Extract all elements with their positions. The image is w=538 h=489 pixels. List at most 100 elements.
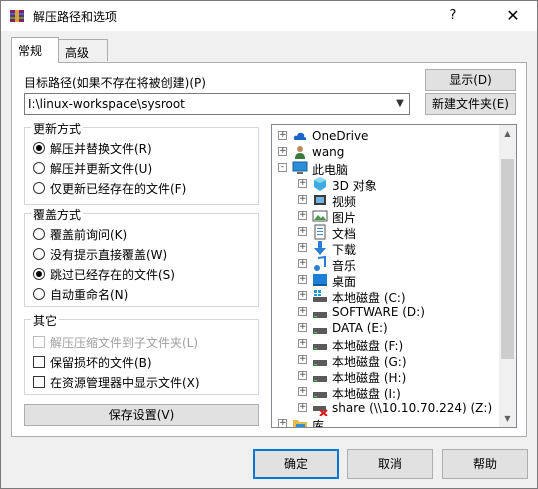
radio-button[interactable] [33, 288, 45, 300]
tree-node[interactable]: + 视频 [272, 192, 500, 209]
tree-node-label: 库 [312, 419, 325, 428]
expand-icon[interactable]: + [298, 227, 307, 236]
system-drive-icon [313, 290, 327, 302]
tree-node[interactable]: + SOFTWARE (D:) [272, 304, 500, 320]
tree-node[interactable]: + 图片 [272, 208, 500, 225]
expand-icon[interactable]: + [298, 259, 307, 268]
checkbox-label: 保留损坏的文件(B) [50, 356, 152, 370]
scroll-thumb[interactable] [501, 159, 514, 359]
tree-scrollbar[interactable]: ▲ ▼ [499, 125, 516, 427]
radio-label: 没有提示直接覆盖(W) [50, 248, 168, 262]
scroll-down-icon[interactable]: ▼ [499, 410, 516, 427]
help-button[interactable]: 帮助 [442, 449, 528, 479]
overwrite-mode-group: 覆盖方式 覆盖前询问(K) 没有提示直接覆盖(W) 跳过已经存在的文件(S) 自… [24, 206, 259, 307]
tab-advanced[interactable]: 高级 [58, 39, 108, 61]
radio-label: 覆盖前询问(K) [50, 228, 128, 242]
tree-node[interactable]: + 本地磁盘 (F:) [272, 336, 500, 353]
expand-icon[interactable]: + [298, 195, 307, 204]
tree-node[interactable]: - 此电脑 [272, 160, 500, 177]
destination-path-value: I:\linux-workspace\sysroot [28, 97, 185, 111]
tree-node[interactable]: + 本地磁盘 (G:) [272, 352, 500, 369]
radio-button[interactable] [33, 162, 45, 174]
expand-icon[interactable]: + [298, 339, 307, 348]
radio-button-selected[interactable] [33, 142, 45, 154]
expand-icon[interactable]: + [298, 387, 307, 396]
tree-node[interactable]: + 桌面 [272, 272, 500, 289]
other-options-title: 其它 [31, 312, 60, 329]
expand-icon[interactable]: + [298, 307, 307, 316]
tree-node[interactable]: + 音乐 [272, 256, 500, 273]
checkbox-label: 解压压缩文件到子文件夹(L) [50, 336, 199, 350]
close-button[interactable]: ✕ [503, 6, 523, 26]
drive-icon [313, 376, 327, 382]
update-mode-title: 更新方式 [31, 120, 84, 137]
other-options-group: 其它 解压压缩文件到子文件夹(L) 保留损坏的文件(B) 在资源管理器中显示文件… [24, 312, 259, 395]
tree-node-label: share (\\10.10.70.224) (Z:) [332, 401, 493, 415]
tree-node-label: wang [312, 145, 345, 159]
tree-node-label: DATA (E:) [332, 321, 388, 335]
tree-node[interactable]: + 本地磁盘 (H:) [272, 368, 500, 385]
expand-icon[interactable]: + [278, 419, 287, 427]
radio-label: 解压并替换文件(R) [50, 142, 152, 156]
expand-icon[interactable]: + [298, 291, 307, 300]
tree-node[interactable]: + 下载 [272, 240, 500, 257]
tree-node[interactable]: + share (\\10.10.70.224) (Z:) [272, 400, 500, 416]
tree-node[interactable]: + 库 [272, 416, 500, 428]
drive-icon [313, 312, 327, 318]
radio-button[interactable] [33, 182, 45, 194]
tree-node[interactable]: + DATA (E:) [272, 320, 500, 336]
expand-icon[interactable]: + [298, 211, 307, 220]
scroll-up-icon[interactable]: ▲ [499, 125, 516, 142]
user-icon [295, 146, 305, 159]
tree-node[interactable]: + wang [272, 144, 500, 160]
ok-button[interactable]: 确定 [253, 449, 339, 479]
tab-general[interactable]: 常规 [11, 37, 59, 63]
update-mode-group: 更新方式 解压并替换文件(R) 解压并更新文件(U) 仅更新已经存在的文件(F) [24, 120, 259, 205]
expand-icon[interactable]: + [298, 403, 307, 412]
save-settings-button[interactable]: 保存设置(V) [24, 404, 259, 426]
expand-icon[interactable]: + [298, 275, 307, 284]
folder-tree[interactable]: + OneDrive + wang - 此电脑 +3D 对象 + 视频 + 图片 + 文档 + 下载 + 音乐 +… [271, 124, 517, 428]
new-folder-button[interactable]: 新建文件夹(E) [425, 93, 516, 115]
tree-node-label: OneDrive [312, 129, 369, 143]
pictures-icon [312, 210, 328, 222]
checkbox[interactable] [33, 356, 45, 368]
help-title-button[interactable]: ? [443, 6, 463, 26]
tree-node[interactable]: + 本地磁盘 (I:) [272, 384, 500, 401]
checkbox-label: 在资源管理器中显示文件(X) [50, 376, 200, 390]
chevron-down-icon[interactable]: ▼ [391, 94, 409, 114]
expand-icon[interactable]: + [298, 355, 307, 364]
library-icon [293, 420, 307, 427]
radio-button[interactable] [33, 248, 45, 260]
radio-label: 自动重命名(N) [50, 288, 129, 302]
expand-icon[interactable]: + [298, 243, 307, 252]
window-title: 解压路径和选项 [33, 10, 118, 24]
computer-icon [292, 161, 308, 174]
radio-label: 解压并更新文件(U) [50, 162, 153, 176]
radio-button-selected[interactable] [33, 268, 45, 280]
tree-node[interactable]: + OneDrive [272, 128, 500, 144]
expand-icon[interactable]: + [298, 179, 307, 188]
tree-node[interactable]: + 本地磁盘 (C:) [272, 288, 500, 305]
general-tab-panel: 目标路径(如果不存在将被创建)(P) I:\linux-workspace\sy… [11, 62, 527, 437]
cancel-button[interactable]: 取消 [347, 449, 433, 479]
show-button[interactable]: 显示(D) [425, 69, 516, 91]
drive-icon [313, 360, 327, 366]
drive-icon [313, 344, 327, 350]
collapse-icon[interactable]: - [278, 163, 287, 172]
expand-icon[interactable]: + [298, 371, 307, 380]
destination-path-combobox[interactable]: I:\linux-workspace\sysroot ▼ [24, 93, 410, 115]
drive-icon [313, 392, 327, 398]
destination-path-label: 目标路径(如果不存在将被创建)(P) [24, 76, 206, 90]
tree-node[interactable]: +3D 对象 [272, 176, 500, 193]
music-icon [314, 256, 326, 271]
checkbox[interactable] [33, 376, 45, 388]
expand-icon[interactable]: + [278, 131, 287, 140]
radio-button[interactable] [33, 228, 45, 240]
tree-node[interactable]: + 文档 [272, 224, 500, 241]
cloud-icon [293, 132, 307, 140]
expand-icon[interactable]: + [278, 147, 287, 156]
video-icon [314, 195, 326, 205]
overwrite-mode-title: 覆盖方式 [31, 206, 84, 223]
expand-icon[interactable]: + [298, 323, 307, 332]
